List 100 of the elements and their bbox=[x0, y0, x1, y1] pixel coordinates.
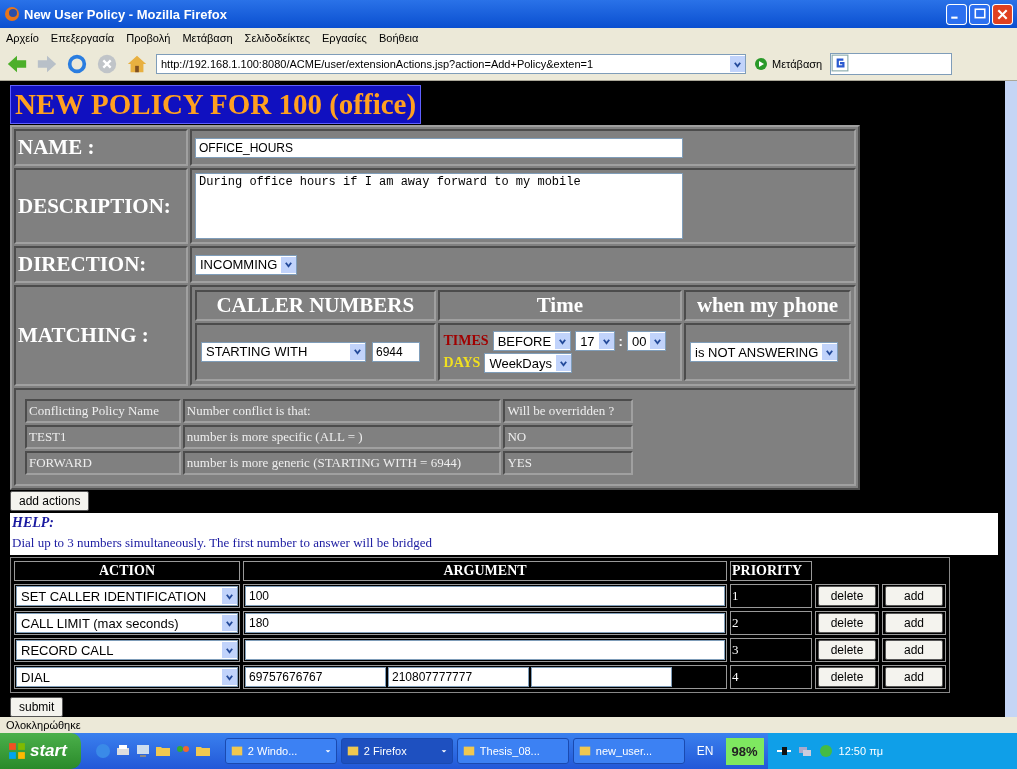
caret-icon bbox=[353, 347, 362, 357]
minute-dropdown[interactable]: 00 bbox=[626, 331, 667, 351]
table-cell: number is more generic (STARTING WITH = 6944) bbox=[182, 451, 502, 475]
argument-field[interactable] bbox=[531, 667, 672, 687]
column-header: ACTION bbox=[14, 561, 240, 581]
battery-indicator: 98% bbox=[725, 737, 764, 765]
stop-icon[interactable] bbox=[96, 53, 118, 75]
menu-item[interactable]: Σελιδοδείκτες bbox=[244, 32, 311, 44]
help-title: HELP: bbox=[12, 515, 55, 531]
monitor-icon[interactable] bbox=[134, 743, 151, 759]
search-field[interactable] bbox=[830, 53, 953, 75]
taskbar-button[interactable]: Thesis_08... bbox=[456, 738, 569, 764]
priority-cell: 3 bbox=[730, 638, 812, 662]
caret-icon bbox=[225, 645, 234, 655]
direction-dropdown[interactable]: INCOMMING bbox=[195, 254, 298, 275]
phone-state-dropdown[interactable]: is NOT ANSWERING bbox=[690, 342, 839, 362]
close-icon[interactable] bbox=[992, 3, 1013, 25]
caret-icon bbox=[733, 59, 742, 69]
menu-item[interactable]: Μετάβαση bbox=[182, 32, 233, 44]
table-cell: number is more specific (ALL = ) bbox=[182, 425, 502, 449]
field-label: NAME : bbox=[14, 129, 188, 166]
submit-button[interactable]: submit bbox=[10, 697, 64, 717]
caller-mode-dropdown[interactable]: STARTING WITH bbox=[201, 341, 366, 362]
days-dropdown[interactable]: WeekDays bbox=[484, 353, 572, 373]
maximize-icon[interactable] bbox=[969, 3, 990, 25]
taskbar-button[interactable]: new_user... bbox=[572, 738, 685, 764]
column-header: CALLER NUMBERS bbox=[195, 290, 436, 321]
add-button[interactable]: add bbox=[885, 667, 943, 687]
priority-cell: 4 bbox=[730, 665, 812, 689]
time-separator: : bbox=[618, 333, 623, 349]
column-header: ARGUMENT bbox=[243, 561, 727, 581]
help-text: Dial up to 3 numbers simultaneously. The first number to answer will be bridged bbox=[12, 535, 433, 551]
action-dropdown[interactable]: DIAL bbox=[16, 667, 238, 687]
argument-field[interactable]: 69757676767 bbox=[245, 667, 386, 687]
caller-number-field[interactable]: 6944 bbox=[372, 342, 420, 363]
delete-button[interactable]: delete bbox=[818, 586, 876, 606]
scrollbar[interactable] bbox=[1005, 81, 1017, 717]
window-icon bbox=[229, 744, 244, 758]
reload-icon[interactable] bbox=[66, 53, 88, 75]
add-button[interactable]: add bbox=[885, 640, 943, 660]
field-label: DIRECTION: bbox=[14, 246, 188, 283]
times-label: TIMES bbox=[443, 333, 489, 349]
add-button[interactable]: add bbox=[885, 613, 943, 633]
description-field[interactable]: During office hours if I am away forward to my mobile bbox=[195, 173, 683, 239]
caret-icon bbox=[323, 747, 332, 755]
taskbar-button[interactable]: 2 Firefox bbox=[340, 738, 453, 764]
window-icon bbox=[577, 744, 592, 758]
delete-button[interactable]: delete bbox=[818, 613, 876, 633]
taskbar-button[interactable]: 2 Windo... bbox=[224, 738, 337, 764]
go-icon bbox=[754, 57, 768, 71]
field-label: MATCHING : bbox=[14, 285, 188, 386]
argument-field[interactable]: 100 bbox=[245, 586, 725, 606]
argument-field[interactable] bbox=[245, 640, 725, 660]
column-header: PRIORITY bbox=[730, 561, 812, 581]
go-button[interactable]: Μετάβαση bbox=[754, 57, 823, 71]
caret-icon bbox=[558, 336, 568, 346]
delete-button[interactable]: delete bbox=[818, 667, 876, 687]
caret-icon bbox=[439, 747, 448, 755]
caret-icon bbox=[825, 347, 835, 357]
home-icon[interactable] bbox=[126, 53, 148, 75]
status-text: Ολοκληρώθηκε bbox=[6, 719, 81, 731]
search-engine-icon bbox=[831, 54, 850, 72]
name-field[interactable]: OFFICE_HOURS bbox=[195, 137, 683, 158]
action-dropdown[interactable]: SET CALLER IDENTIFICATION bbox=[16, 586, 238, 606]
window-title: New User Policy - Mozilla Firefox bbox=[24, 6, 228, 22]
add-actions-button[interactable]: add actions bbox=[10, 491, 90, 511]
action-dropdown[interactable]: RECORD CALL bbox=[16, 640, 238, 660]
back-icon[interactable] bbox=[6, 53, 28, 75]
windows-logo-icon bbox=[8, 742, 26, 760]
menu-item[interactable]: Εργασίες bbox=[322, 32, 367, 44]
column-header: Conflicting Policy Name bbox=[25, 399, 181, 423]
table-cell: YES bbox=[503, 451, 633, 475]
caret-icon bbox=[601, 336, 611, 346]
column-header: Number conflict is that: bbox=[182, 399, 502, 423]
column-header: Will be overridden ? bbox=[503, 399, 633, 423]
menu-item[interactable]: Αρχείο bbox=[6, 32, 39, 44]
language-indicator[interactable]: EN bbox=[688, 744, 722, 758]
priority-cell: 1 bbox=[730, 584, 812, 608]
caret-icon bbox=[225, 672, 234, 682]
minimize-icon[interactable] bbox=[946, 3, 967, 25]
argument-field[interactable]: 210807777777 bbox=[388, 667, 529, 687]
page-heading: NEW POLICY FOR 100 (office) bbox=[10, 85, 422, 124]
menu-item[interactable]: Προβολή bbox=[126, 32, 171, 44]
caret-icon bbox=[284, 260, 294, 269]
times-mode-dropdown[interactable]: BEFORE bbox=[492, 331, 572, 351]
delete-button[interactable]: delete bbox=[818, 640, 876, 660]
table-cell: NO bbox=[503, 425, 633, 449]
column-header: Time bbox=[437, 290, 683, 321]
clock: 12:50 πμ bbox=[838, 745, 884, 757]
menu-item[interactable]: Βοήθεια bbox=[378, 32, 419, 44]
argument-field[interactable]: 180 bbox=[245, 613, 725, 633]
menu-item[interactable]: Επεξεργασία bbox=[50, 32, 115, 44]
priority-cell: 2 bbox=[730, 611, 812, 635]
add-button[interactable]: add bbox=[885, 586, 943, 606]
address-field[interactable]: http://192.168.1.100:8080/ACME/user/extensionActions.jsp?action=Add+Policy&exten=1 bbox=[156, 54, 746, 74]
hour-dropdown[interactable]: 17 bbox=[575, 331, 615, 351]
action-dropdown[interactable]: CALL LIMIT (max seconds) bbox=[16, 613, 238, 633]
table-cell: FORWARD bbox=[25, 451, 181, 475]
forward-icon[interactable] bbox=[36, 53, 58, 75]
field-label: DESCRIPTION: bbox=[14, 168, 188, 244]
